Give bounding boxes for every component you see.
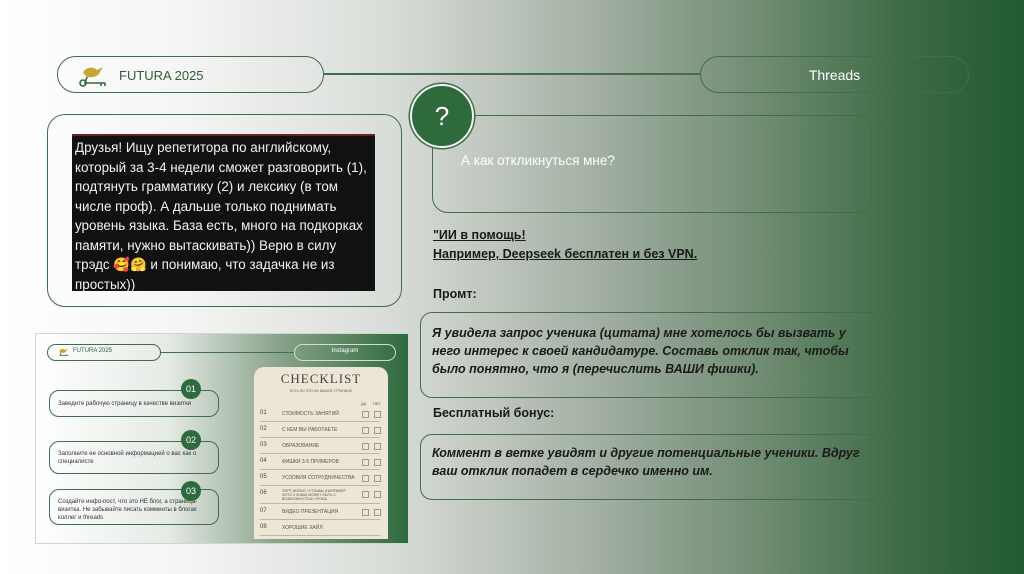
request-quote-card: Друзья! Ищу репетитора по английскому, к… (47, 114, 402, 307)
checklist-row: 08 ХОРОШИЕ ХАЙЛ (260, 521, 380, 536)
prompt-box: Я увидела запрос ученика (цитата) мне хо… (420, 312, 894, 398)
bonus-label: Бесплатный бонус: (433, 406, 555, 420)
request-quote-text: Друзья! Ищу репетитора по английскому, к… (75, 140, 367, 292)
checklist-row: 01 СТОИМОСТЬ ЗАНЯТИЙ (260, 407, 381, 422)
brand-pill[interactable]: FUTURA 2025 (57, 56, 324, 93)
checklist-yes-header: ДА (361, 401, 367, 406)
checklist-no-header: НЕТ (373, 401, 381, 406)
request-quote-screenshot: Друзья! Ищу репетитора по английскому, к… (72, 134, 375, 292)
mini-brand-pill: FUTURA 2025 (47, 344, 161, 361)
ai-help-line1[interactable]: "ИИ в помощь! (433, 228, 526, 242)
threads-tab[interactable]: Threads (700, 56, 969, 93)
question-mark-icon: ? (410, 84, 474, 148)
mini-divider (161, 352, 294, 353)
bonus-box: Коммент в ветке увидят и другие потенциа… (420, 434, 894, 500)
question-text: А как откликнуться мне? (461, 153, 615, 168)
bird-key-logo-icon (79, 67, 106, 87)
checklist-row: 07 ВИДЕО ПРЕЗЕНТАЦИЯ (260, 505, 381, 520)
prompt-text: Я увидела запрос ученика (цитата) мне хо… (432, 326, 849, 376)
step-3-number: 03 (181, 481, 201, 501)
checklist-row: 02 С КЕМ ВЫ РАБОТАЕТЕ (260, 423, 381, 438)
mini-bird-logo-icon (59, 348, 69, 356)
checklist-row: 06 ПОРТ-ФОЛИО / ОТЗЫВЫ (НАПРИМЕР ФОТО 3 З… (260, 487, 381, 504)
instagram-slide-thumbnail: FUTURA 2025 Instagram Заведите рабочую с… (35, 333, 409, 544)
checklist-row: 04 ФИШКИ 3-5 ПРИМЕРОВ (260, 455, 381, 470)
checklist-title: CHECKLIST (280, 371, 362, 386)
mini-instagram-tab: Instagram (294, 344, 396, 361)
bonus-text: Коммент в ветке увидят и другие потенциа… (432, 446, 860, 478)
question-box: А как откликнуться мне? (432, 115, 872, 213)
threads-tab-label: Threads (808, 67, 861, 83)
brand-name: FUTURA 2025 (119, 68, 204, 83)
ai-help-line2[interactable]: Например, Deepseek бесплатен и без VPN. (433, 247, 697, 261)
prompt-label: Промт: (433, 287, 477, 301)
checklist-card: CHECKLIST ЕСТЬ ЛИ ЭТО НА ВАШЕЙ СТРАНИЦЕ … (254, 367, 388, 539)
mini-instagram-label: Instagram (331, 348, 359, 354)
step-2-number: 02 (181, 430, 201, 450)
header-divider-line (324, 73, 700, 75)
checklist-row: 03 ОБРАЗОВАНИЕ (260, 439, 381, 454)
step-1-number: 01 (181, 379, 201, 399)
checklist-subtitle: ЕСТЬ ЛИ ЭТО НА ВАШЕЙ СТРАНИЦЕ (289, 389, 353, 393)
mini-brand-name: FUTURA 2025 (73, 348, 113, 354)
checklist-row: 05 УСЛОВИЯ СОТРУДНИЧЕСТВА (260, 471, 381, 486)
